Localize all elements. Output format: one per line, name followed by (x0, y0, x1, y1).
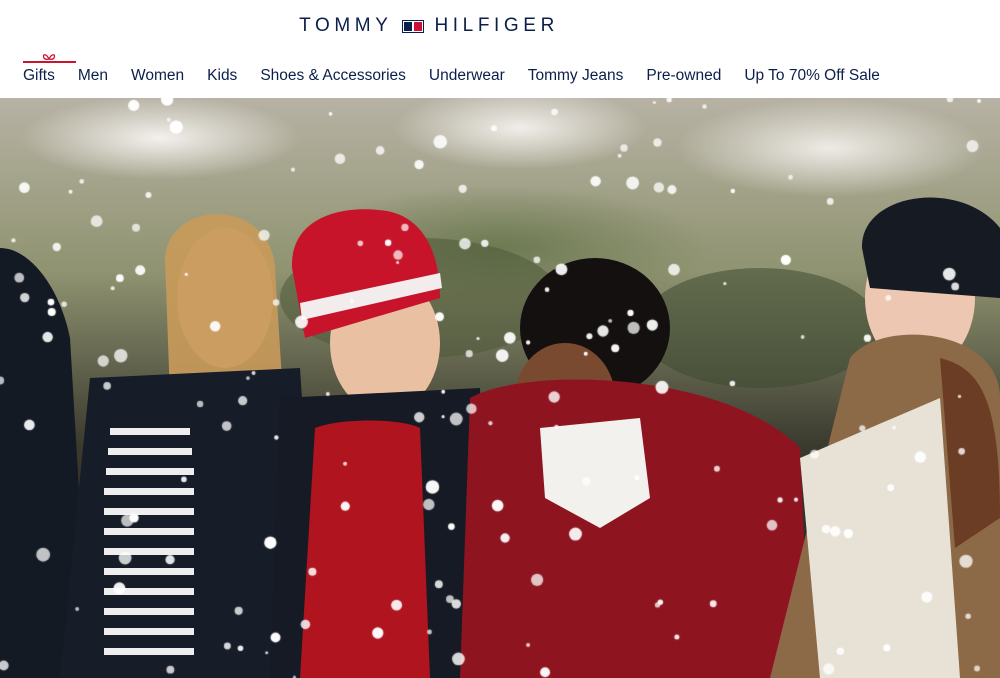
gift-bow-icon (23, 53, 76, 63)
nav-item-underwear[interactable]: Underwear (429, 62, 505, 90)
nav-item-pre-owned[interactable]: Pre-owned (646, 62, 721, 90)
brand-name-left: TOMMY (299, 15, 393, 36)
nav-item-sale[interactable]: Up To 70% Off Sale (744, 62, 880, 90)
brand-logo[interactable]: TOMMY HILFIGER (0, 14, 1000, 38)
main-nav: Gifts Men Women Kids Shoes & Accessories… (23, 54, 903, 90)
nav-item-tommy-jeans[interactable]: Tommy Jeans (528, 62, 624, 90)
nav-item-gifts[interactable]: Gifts (23, 54, 76, 90)
nav-item-women[interactable]: Women (131, 62, 184, 90)
brand-name-right: HILFIGER (434, 15, 559, 36)
flag-icon (402, 19, 425, 33)
nav-item-kids[interactable]: Kids (207, 62, 237, 90)
nav-label-gifts: Gifts (23, 67, 55, 84)
brand-logo-inner[interactable]: TOMMY HILFIGER (299, 15, 559, 37)
site-header: TOMMY HILFIGER Gifts Men Women Kids Shoe… (0, 0, 1000, 98)
nav-item-men[interactable]: Men (78, 62, 108, 90)
snow-overlay (0, 98, 1000, 678)
hero-image[interactable] (0, 98, 1000, 678)
nav-item-shoes-accessories[interactable]: Shoes & Accessories (260, 62, 406, 90)
